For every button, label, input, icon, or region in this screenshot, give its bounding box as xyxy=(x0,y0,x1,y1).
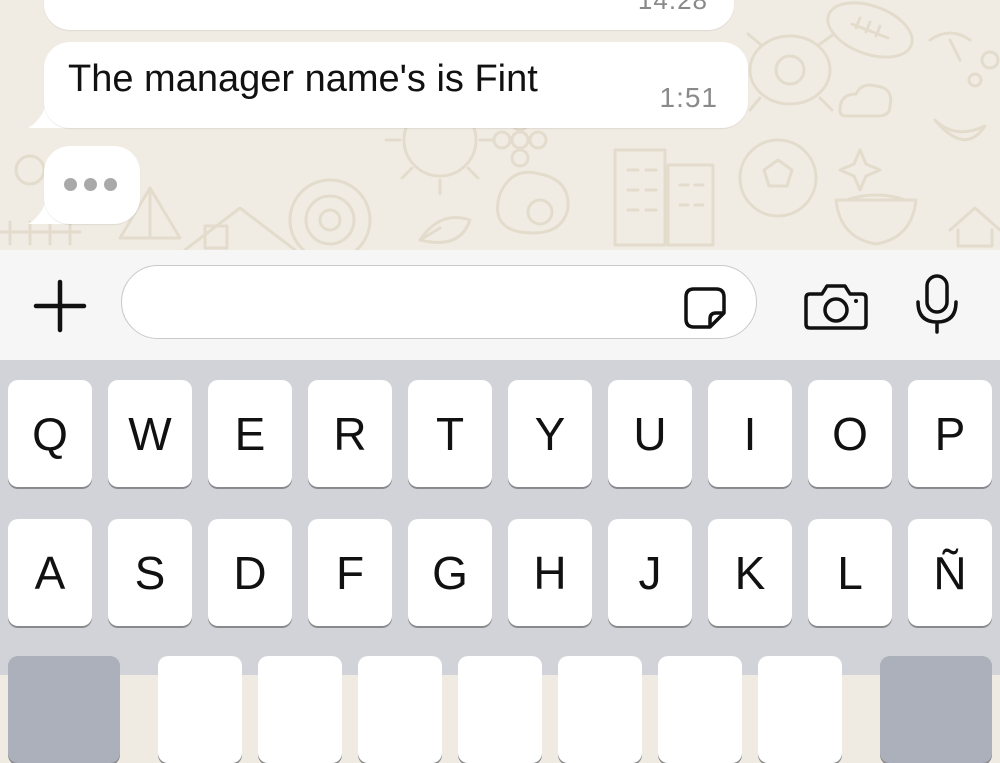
message-input[interactable] xyxy=(121,265,757,339)
key-i[interactable]: I xyxy=(708,380,792,487)
chat-area: 14:28 The manager name's is Fint 1:51 xyxy=(0,0,1000,250)
key-a[interactable]: A xyxy=(8,519,92,626)
keyboard: Q W E R T Y U I O P A S D F G H J K L Ñ xyxy=(0,360,1000,763)
message-bubble[interactable]: The manager name's is Fint 1:51 xyxy=(44,42,748,128)
key-u[interactable]: U xyxy=(608,380,692,487)
camera-icon[interactable] xyxy=(804,280,868,332)
sparkle-icon xyxy=(838,148,882,192)
banana-icon xyxy=(933,118,987,142)
fence-icon xyxy=(0,220,82,246)
message-input-bar xyxy=(0,250,1000,360)
soccer-ball-icon xyxy=(738,138,818,218)
key-o[interactable]: O xyxy=(808,380,892,487)
key-n-tilde[interactable]: Ñ xyxy=(908,519,992,626)
key-y[interactable]: Y xyxy=(508,380,592,487)
key-shift[interactable] xyxy=(8,656,120,763)
message-bubble-previous[interactable]: 14:28 xyxy=(44,0,734,30)
key-z[interactable] xyxy=(158,656,242,763)
house-icon xyxy=(183,206,297,250)
key-e[interactable]: E xyxy=(208,380,292,487)
egg-icon xyxy=(496,170,570,235)
microphone-icon[interactable] xyxy=(912,272,962,336)
bird-icon xyxy=(928,31,972,62)
key-k[interactable]: K xyxy=(708,519,792,626)
key-h[interactable]: H xyxy=(508,519,592,626)
key-v[interactable] xyxy=(458,656,542,763)
message-timestamp: 14:28 xyxy=(637,0,708,15)
message-timestamp: 1:51 xyxy=(659,82,718,113)
key-backspace[interactable] xyxy=(880,656,992,763)
message-text: The manager name's is Fint xyxy=(68,58,538,100)
cloud-icon xyxy=(838,83,893,118)
key-x[interactable] xyxy=(258,656,342,763)
key-g[interactable]: G xyxy=(408,519,492,626)
key-q[interactable]: Q xyxy=(8,380,92,487)
turtle-icon xyxy=(746,32,836,112)
key-l[interactable]: L xyxy=(808,519,892,626)
key-d[interactable]: D xyxy=(208,519,292,626)
key-r[interactable]: R xyxy=(308,380,392,487)
key-b[interactable] xyxy=(558,656,642,763)
key-m[interactable] xyxy=(758,656,842,763)
key-c[interactable] xyxy=(358,656,442,763)
house-small-icon xyxy=(948,206,1000,248)
key-n[interactable] xyxy=(658,656,742,763)
snail-icon xyxy=(288,178,372,250)
building-icon xyxy=(613,148,715,247)
key-p[interactable]: P xyxy=(908,380,992,487)
leaf-icon xyxy=(418,216,472,244)
key-t[interactable]: T xyxy=(408,380,492,487)
typing-indicator-bubble xyxy=(44,146,140,224)
key-j[interactable]: J xyxy=(608,519,692,626)
plus-icon[interactable] xyxy=(30,276,90,336)
sticker-icon[interactable] xyxy=(680,283,730,333)
key-f[interactable]: F xyxy=(308,519,392,626)
key-w[interactable]: W xyxy=(108,380,192,487)
typing-dots-icon xyxy=(64,178,117,191)
bowl-icon xyxy=(834,193,918,246)
paw-icon xyxy=(967,50,1000,88)
key-s[interactable]: S xyxy=(108,519,192,626)
